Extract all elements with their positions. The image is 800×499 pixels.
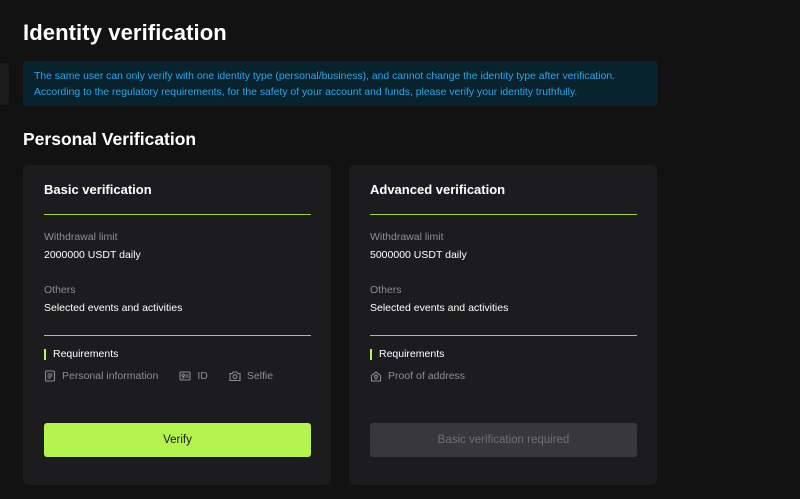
withdrawal-limit-label: Withdrawal limit — [370, 231, 444, 243]
requirement-selfie: Selfie — [229, 370, 273, 382]
others-value: Selected events and activities — [44, 302, 183, 314]
card-title: Advanced verification — [370, 182, 506, 197]
address-icon — [370, 370, 382, 382]
requirements-title: Requirements — [44, 349, 118, 360]
withdrawal-limit-label: Withdrawal limit — [44, 231, 118, 243]
verify-button[interactable]: Verify — [44, 423, 311, 457]
advanced-verification-card: Advanced verification Withdrawal limit 5… — [349, 165, 657, 485]
id-card-icon — [179, 370, 191, 382]
sidebar-edge-tab[interactable] — [0, 63, 9, 105]
notice-line-2: According to the regulatory requirements… — [34, 87, 578, 98]
document-icon — [44, 370, 56, 382]
requirement-proof-of-address: Proof of address — [370, 370, 465, 382]
divider — [44, 335, 311, 336]
divider — [370, 335, 637, 336]
divider — [44, 214, 311, 215]
others-value: Selected events and activities — [370, 302, 509, 314]
others-label: Others — [44, 284, 76, 296]
identity-verification-page: Identity verification The same user can … — [0, 0, 800, 499]
basic-verification-required-button[interactable]: Basic verification required — [370, 423, 637, 457]
section-title: Personal Verification — [23, 129, 197, 149]
requirement-label: Personal information — [62, 370, 159, 382]
requirements-list: Personal information ID Selfie — [44, 370, 273, 382]
divider — [370, 214, 637, 215]
withdrawal-limit-value: 5000000 USDT daily — [370, 249, 467, 261]
requirement-label: Selfie — [246, 370, 274, 382]
requirement-id: ID — [179, 370, 208, 382]
requirement-label: Proof of address — [388, 370, 466, 382]
requirements-list: Proof of address — [370, 370, 465, 382]
requirement-label: ID — [197, 370, 208, 382]
others-label: Others — [370, 284, 402, 296]
requirement-personal-information: Personal information — [44, 370, 158, 382]
card-title: Basic verification — [44, 182, 152, 197]
notice-line-1: The same user can only verify with one i… — [34, 71, 616, 82]
basic-verification-card: Basic verification Withdrawal limit 2000… — [23, 165, 331, 485]
notice-banner: The same user can only verify with one i… — [23, 61, 658, 106]
camera-icon — [229, 370, 241, 382]
requirements-title: Requirements — [370, 349, 444, 360]
withdrawal-limit-value: 2000000 USDT daily — [44, 249, 141, 261]
page-title: Identity verification — [23, 20, 227, 45]
